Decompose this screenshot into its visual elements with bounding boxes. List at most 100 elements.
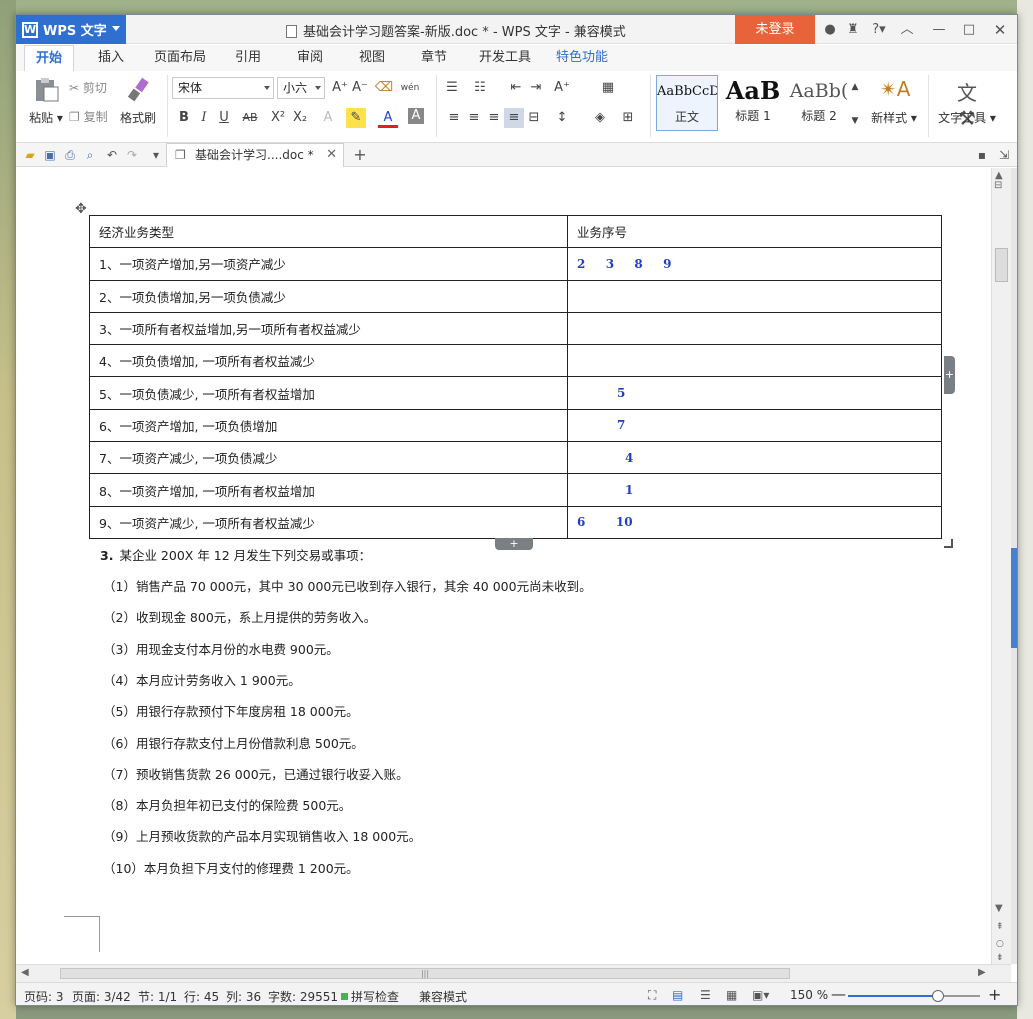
- superscript-icon[interactable]: X²: [268, 108, 288, 128]
- business-type-cell[interactable]: 6、一项资产增加, 一项负债增加: [89, 408, 568, 443]
- fullscreen-icon[interactable]: ⛶: [648, 988, 656, 1003]
- increase-indent-icon[interactable]: ⇥: [526, 78, 546, 98]
- align-center-icon[interactable]: ≡: [464, 108, 484, 128]
- style-heading-1[interactable]: AaB 标题 1: [722, 75, 784, 131]
- highlight-icon[interactable]: ✎: [346, 108, 366, 128]
- vertical-scroll-thumb[interactable]: [995, 248, 1008, 282]
- tab-chapter[interactable]: 章节: [412, 45, 456, 71]
- business-type-cell[interactable]: 9、一项资产减少, 一项所有者权益减少: [89, 505, 568, 539]
- subscript-icon[interactable]: X₂: [290, 108, 310, 128]
- styles-scroll-up-icon[interactable]: ▲: [850, 77, 860, 97]
- align-left-icon[interactable]: ≡: [444, 108, 464, 128]
- bold-icon[interactable]: B: [174, 108, 194, 128]
- underline-icon[interactable]: U: [214, 108, 234, 128]
- justify-icon[interactable]: ≡: [504, 108, 524, 128]
- save-icon[interactable]: ▣: [42, 147, 58, 163]
- shrink-font-icon[interactable]: A⁻: [350, 78, 370, 98]
- zoom-slider-knob[interactable]: [931, 990, 944, 1002]
- char-scale-icon[interactable]: A⁺: [552, 78, 572, 98]
- next-page-icon[interactable]: ⇟: [996, 953, 1004, 963]
- new-tab-icon[interactable]: +: [352, 147, 368, 163]
- business-type-cell[interactable]: 1、一项资产增加,另一项资产减少: [89, 247, 568, 281]
- print-icon[interactable]: ⎙: [62, 147, 78, 163]
- business-type-cell[interactable]: 3、一项所有者权益增加,另一项所有者权益减少: [89, 311, 568, 346]
- tab-view[interactable]: 视图: [350, 45, 394, 71]
- ruler-toggle-icon[interactable]: ⊟: [994, 180, 1002, 191]
- page-view-icon[interactable]: ▤: [672, 988, 683, 1002]
- business-type-cell[interactable]: 5、一项负债减少, 一项所有者权益增加: [89, 376, 568, 410]
- borders-icon[interactable]: ⊞: [618, 108, 638, 128]
- browse-object-icon[interactable]: ○: [996, 939, 1004, 949]
- customize-dropdown-icon[interactable]: ▾: [148, 147, 164, 163]
- help-icon[interactable]: ?▾: [867, 21, 891, 39]
- horizontal-scroll-thumb[interactable]: |||: [60, 968, 790, 979]
- header-transaction-number[interactable]: 业务序号: [567, 214, 942, 249]
- text-tools-button[interactable]: 文⚒ 文字工具 ▾: [934, 73, 1000, 130]
- transaction-number-cell[interactable]: 2 3 8 9: [567, 247, 942, 281]
- tab-special-features[interactable]: 特色功能: [550, 45, 614, 71]
- style-heading-2[interactable]: AaBb( 标题 2: [788, 75, 850, 131]
- maximize-icon[interactable]: □: [960, 21, 978, 39]
- tab-insert[interactable]: 插入: [88, 45, 134, 71]
- close-tab-icon[interactable]: ✕: [326, 144, 337, 166]
- transaction-number-cell[interactable]: 5: [567, 376, 942, 410]
- char-shading-icon[interactable]: A: [408, 108, 424, 124]
- business-type-cell[interactable]: 2、一项负债增加,另一项负债减少: [89, 279, 568, 313]
- status-word-count[interactable]: 字数: 29551: [268, 988, 338, 1005]
- transaction-number-cell[interactable]: [567, 279, 942, 313]
- open-icon[interactable]: ▰: [22, 147, 38, 163]
- style-normal[interactable]: AaBbCcD 正文: [656, 75, 718, 131]
- zoom-in-icon[interactable]: +: [988, 985, 1001, 1004]
- shield-icon[interactable]: ●: [821, 21, 839, 39]
- shading-icon[interactable]: ◈: [590, 108, 610, 128]
- collapse-ribbon-icon[interactable]: ︿: [898, 21, 916, 39]
- table-resize-handle[interactable]: [944, 539, 953, 548]
- prev-page-icon[interactable]: ⇞: [996, 922, 1004, 932]
- undo-icon[interactable]: ↶: [104, 147, 120, 163]
- reading-view-icon[interactable]: ▦: [726, 988, 737, 1002]
- business-type-cell[interactable]: 8、一项资产增加, 一项所有者权益增加: [89, 473, 568, 507]
- transaction-number-cell[interactable]: 1: [567, 473, 942, 507]
- horizontal-scrollbar[interactable]: ◀ ||| ▶: [16, 964, 1011, 982]
- font-name-select[interactable]: 宋体: [172, 77, 274, 99]
- outline-view-icon[interactable]: ☰: [700, 988, 711, 1002]
- font-size-select[interactable]: 小六: [277, 77, 325, 99]
- bullet-list-icon[interactable]: ☰: [442, 78, 462, 98]
- transaction-number-cell[interactable]: [567, 344, 942, 378]
- strikethrough-icon[interactable]: AB: [240, 108, 260, 128]
- add-column-button[interactable]: +: [944, 356, 955, 394]
- add-row-button[interactable]: +: [495, 538, 533, 550]
- business-type-cell[interactable]: 4、一项负债增加, 一项所有者权益减少: [89, 344, 568, 378]
- document-page[interactable]: ✥ 经济业务类型 业务序号 1、一项资产增加,另一项资产减少 2 3 8 9 2、一项负…: [16, 168, 991, 964]
- tab-list-icon[interactable]: ▪: [974, 147, 990, 163]
- styles-more-icon[interactable]: ▼: [850, 111, 860, 131]
- login-button[interactable]: 未登录: [735, 15, 815, 44]
- close-icon[interactable]: ✕: [991, 21, 1009, 39]
- document-tab[interactable]: ❐ 基础会计学习....doc * ✕: [166, 143, 344, 167]
- scroll-left-icon[interactable]: ◀: [21, 967, 29, 978]
- vertical-scrollbar[interactable]: ▲ ⊟ ▼ ⇞ ○ ⇟: [991, 168, 1011, 964]
- side-panel-toggle[interactable]: [1011, 548, 1017, 648]
- numbered-list-icon[interactable]: ☷: [470, 78, 490, 98]
- skin-icon[interactable]: ♜: [844, 21, 862, 39]
- tab-developer[interactable]: 开发工具: [474, 45, 536, 71]
- new-style-button[interactable]: ✴A 新样式 ▾: [864, 73, 924, 126]
- transaction-number-cell[interactable]: 4: [567, 441, 942, 475]
- print-preview-icon[interactable]: ⌕: [82, 147, 98, 163]
- app-menu-button[interactable]: W WPS 文字: [16, 15, 126, 44]
- distribute-icon[interactable]: ⊟: [524, 108, 544, 128]
- cut-button[interactable]: ✂ 剪切: [69, 79, 107, 96]
- grow-font-icon[interactable]: A⁺: [330, 78, 350, 98]
- tab-review[interactable]: 审阅: [288, 45, 332, 71]
- copy-button[interactable]: ❐ 复制: [69, 108, 108, 125]
- minimize-icon[interactable]: —: [930, 21, 948, 39]
- scroll-down-icon[interactable]: ▼: [995, 903, 1003, 914]
- header-business-type[interactable]: 经济业务类型: [89, 214, 568, 249]
- redo-icon[interactable]: ↷: [124, 147, 140, 163]
- transaction-number-cell[interactable]: [567, 311, 942, 346]
- text-effect-icon[interactable]: A: [318, 108, 338, 128]
- font-color-icon[interactable]: A: [378, 108, 398, 128]
- business-type-cell[interactable]: 7、一项资产减少, 一项负债减少: [89, 441, 568, 475]
- tab-references[interactable]: 引用: [226, 45, 270, 71]
- clear-format-icon[interactable]: ⌫: [374, 78, 394, 98]
